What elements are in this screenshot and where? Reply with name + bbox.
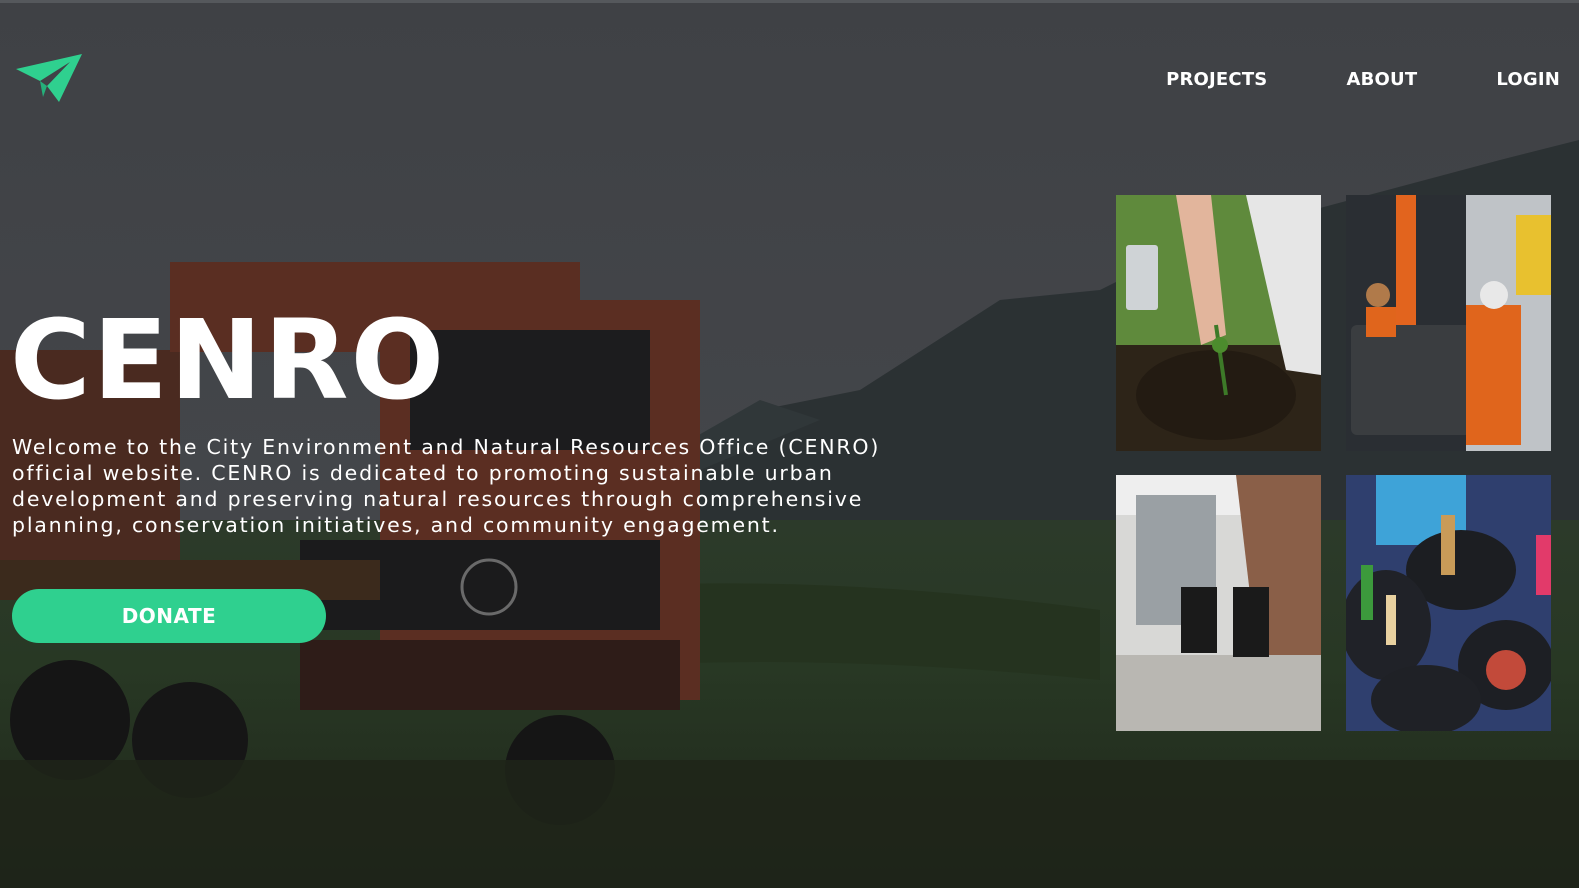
donate-button[interactable]: DONATE bbox=[12, 589, 326, 643]
nav-projects-link[interactable]: PROJECTS bbox=[1166, 66, 1267, 94]
nav-about-link[interactable]: ABOUT bbox=[1346, 66, 1417, 94]
paper-plane-icon[interactable] bbox=[14, 50, 84, 106]
gallery-image-bins bbox=[1116, 475, 1321, 731]
gallery-image-recyclables bbox=[1346, 475, 1551, 731]
nav-login-link[interactable]: LOGIN bbox=[1496, 66, 1560, 94]
hero-title: CENRO bbox=[10, 296, 447, 424]
gallery-image-waste-collection bbox=[1346, 195, 1551, 451]
hero-description: Welcome to the City Environment and Natu… bbox=[12, 435, 881, 537]
main-nav: PROJECTS ABOUT LOGIN bbox=[1087, 66, 1560, 94]
gallery-image-planting bbox=[1116, 195, 1321, 451]
top-border bbox=[0, 0, 1579, 3]
